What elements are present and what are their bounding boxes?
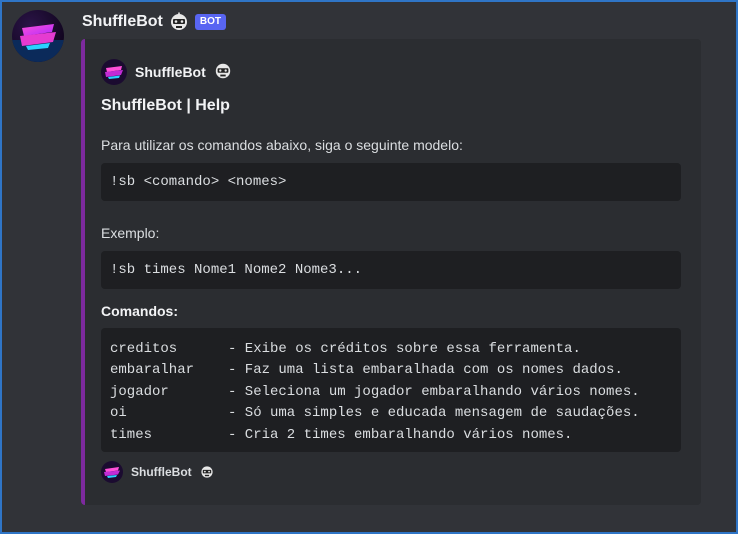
message-header: ShuffleBot BOT bbox=[82, 10, 226, 34]
footer-text: ShuffleBot bbox=[131, 465, 192, 479]
command-name: jogador bbox=[110, 383, 169, 400]
embed-footer: ShuffleBot bbox=[101, 461, 214, 483]
command-row: times - Cria 2 times embaralhando vários… bbox=[110, 424, 672, 446]
command-row: oi - Só uma simples e educada mensagem d… bbox=[110, 403, 672, 425]
command-description: - Seleciona um jogador embaralhando vári… bbox=[228, 383, 640, 400]
username[interactable]: ShuffleBot bbox=[82, 13, 163, 31]
command-row: embaralhar - Faz uma lista embaralhada c… bbox=[110, 360, 672, 382]
command-description: - Só uma simples e educada mensagem de s… bbox=[228, 405, 640, 422]
example-label: Exemplo: bbox=[101, 225, 160, 241]
discord-message-frame: ShuffleBot BOT ShuffleBot ShuffleBot | H… bbox=[2, 2, 736, 532]
bot-tag: BOT bbox=[194, 14, 226, 30]
robot-face-icon bbox=[214, 62, 234, 82]
usage-code-block: !sb <comando> <nomes> bbox=[101, 163, 681, 201]
embed-author-name[interactable]: ShuffleBot bbox=[135, 64, 206, 80]
commands-code-block: creditos - Exibe os créditos sobre essa … bbox=[101, 328, 681, 452]
example-code-block: !sb times Nome1 Nome2 Nome3... bbox=[101, 251, 681, 289]
command-name: embaralhar bbox=[110, 362, 195, 379]
help-embed: ShuffleBot ShuffleBot | Help Para utiliz… bbox=[81, 39, 701, 505]
commands-label: Comandos: bbox=[101, 303, 178, 319]
command-name: oi bbox=[110, 405, 127, 422]
embed-author: ShuffleBot bbox=[101, 59, 234, 85]
embed-title: ShuffleBot | Help bbox=[101, 97, 230, 114]
footer-avatar bbox=[101, 461, 123, 483]
bot-avatar[interactable] bbox=[12, 10, 64, 62]
robot-face-icon bbox=[169, 12, 189, 32]
command-row: jogador - Seleciona um jogador embaralha… bbox=[110, 381, 672, 403]
robot-face-icon bbox=[200, 465, 214, 479]
command-row: creditos - Exibe os créditos sobre essa … bbox=[110, 338, 672, 360]
author-avatar bbox=[101, 59, 127, 85]
command-name: times bbox=[110, 426, 153, 443]
command-description: - Cria 2 times embaralhando vários nomes… bbox=[228, 426, 573, 443]
command-description: - Exibe os créditos sobre essa ferrament… bbox=[228, 340, 581, 357]
command-description: - Faz uma lista embaralhada com os nomes… bbox=[228, 362, 623, 379]
command-name: creditos bbox=[110, 340, 178, 357]
embed-intro-text: Para utilizar os comandos abaixo, siga o… bbox=[101, 137, 463, 153]
